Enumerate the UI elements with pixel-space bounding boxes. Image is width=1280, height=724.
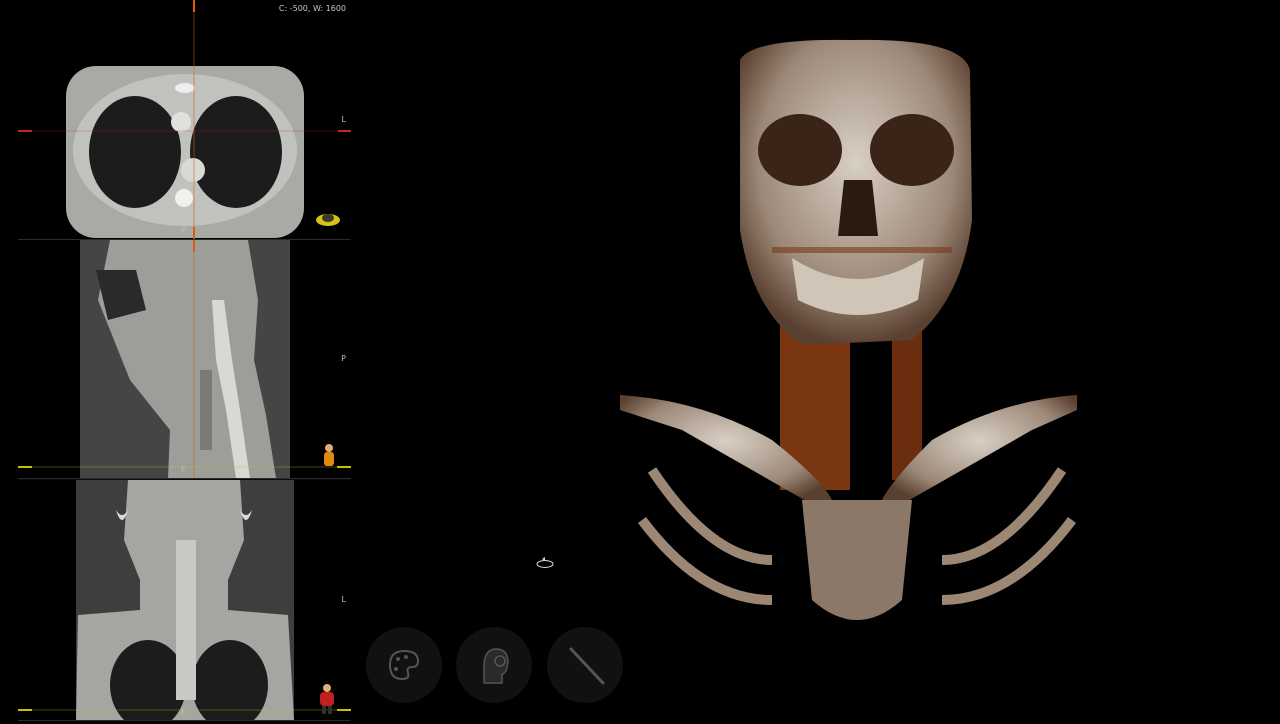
orientation-label-right: P (341, 354, 346, 363)
head-crop-icon (483, 648, 509, 684)
rotate-cursor-icon (536, 557, 554, 568)
volume-render-view[interactable] (352, 0, 1280, 720)
coronal-ct-image (18, 480, 351, 720)
mpr-panel: C: -500, W: 1600 L P P F L F (18, 0, 351, 721)
orientation-head-icon (316, 214, 340, 226)
palette-button[interactable] (366, 627, 442, 703)
palette-icon (388, 649, 420, 681)
orientation-label-right: L (341, 115, 346, 124)
orientation-label-bottom: P (181, 226, 186, 235)
axial-ct-image (18, 0, 351, 239)
orientation-label-bottom: F (181, 708, 186, 717)
head-crop-button[interactable] (456, 627, 532, 703)
scalpel-icon (569, 647, 605, 685)
orientation-label-bottom: F (181, 465, 186, 474)
axial-view[interactable]: C: -500, W: 1600 L P (18, 0, 351, 240)
sagittal-view[interactable]: P F (18, 240, 351, 479)
volume-render-image (536, 39, 1077, 620)
window-level-readout: C: -500, W: 1600 (278, 4, 346, 13)
sagittal-ct-image (18, 240, 351, 478)
orientation-body-icon (324, 444, 334, 466)
coronal-view[interactable]: L F (18, 480, 351, 721)
orientation-label-right: L (341, 595, 346, 604)
scalpel-button[interactable] (547, 627, 623, 703)
